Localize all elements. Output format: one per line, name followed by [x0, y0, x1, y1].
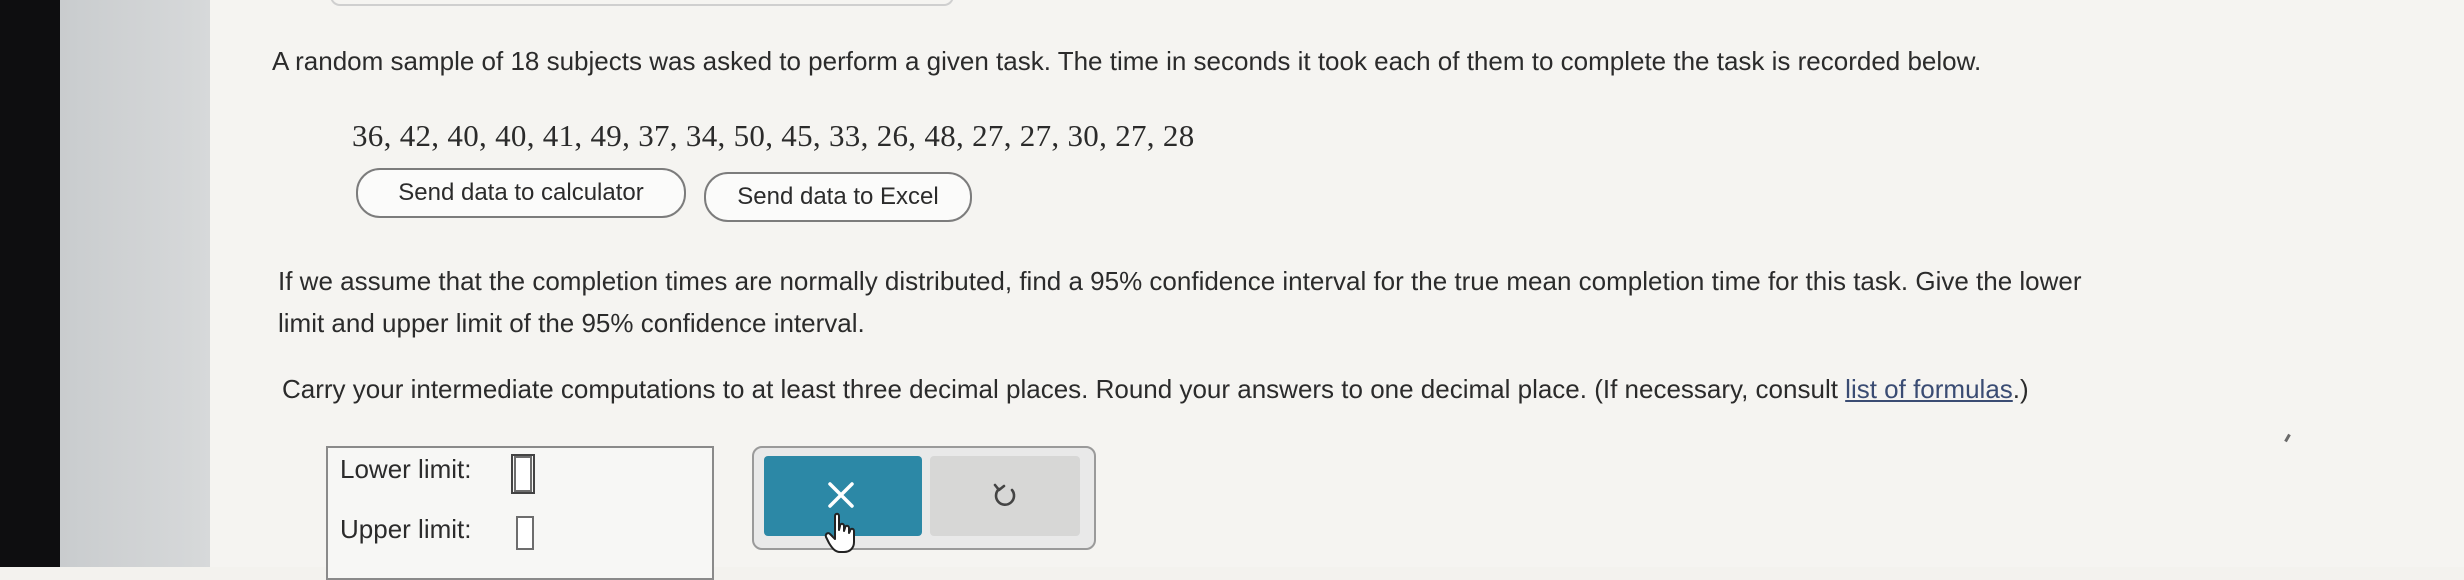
undo-button[interactable] [930, 456, 1080, 536]
send-to-excel-button[interactable]: Send data to Excel [704, 172, 972, 222]
data-values: 36, 42, 40, 40, 41, 49, 37, 34, 50, 45, … [352, 118, 1195, 153]
left-sidebar-background [60, 0, 210, 567]
question-line-1: If we assume that the completion times a… [278, 266, 2082, 296]
list-of-formulas-link[interactable]: list of formulas [1845, 374, 2013, 404]
hand-cursor-icon [824, 512, 855, 553]
lower-limit-label: Lower limit: [340, 454, 472, 484]
problem-intro: A random sample of 18 subjects was asked… [272, 46, 1982, 76]
instructions: Carry your intermediate computations to … [282, 372, 2029, 406]
question-line-2: limit and upper limit of the 95% confide… [278, 308, 865, 338]
instructions-text: Carry your intermediate computations to … [282, 374, 1846, 404]
instructions-text-end: .) [2012, 374, 2029, 404]
screen-bezel [0, 0, 60, 567]
undo-icon [993, 483, 1016, 506]
send-to-calculator-button[interactable]: Send data to calculator [356, 168, 686, 218]
upper-limit-label: Upper limit: [340, 514, 472, 544]
upper-limit-input[interactable] [516, 516, 534, 550]
lower-limit-input[interactable] [511, 454, 535, 494]
top-tab-outline [330, 0, 954, 6]
x-icon [828, 482, 854, 508]
